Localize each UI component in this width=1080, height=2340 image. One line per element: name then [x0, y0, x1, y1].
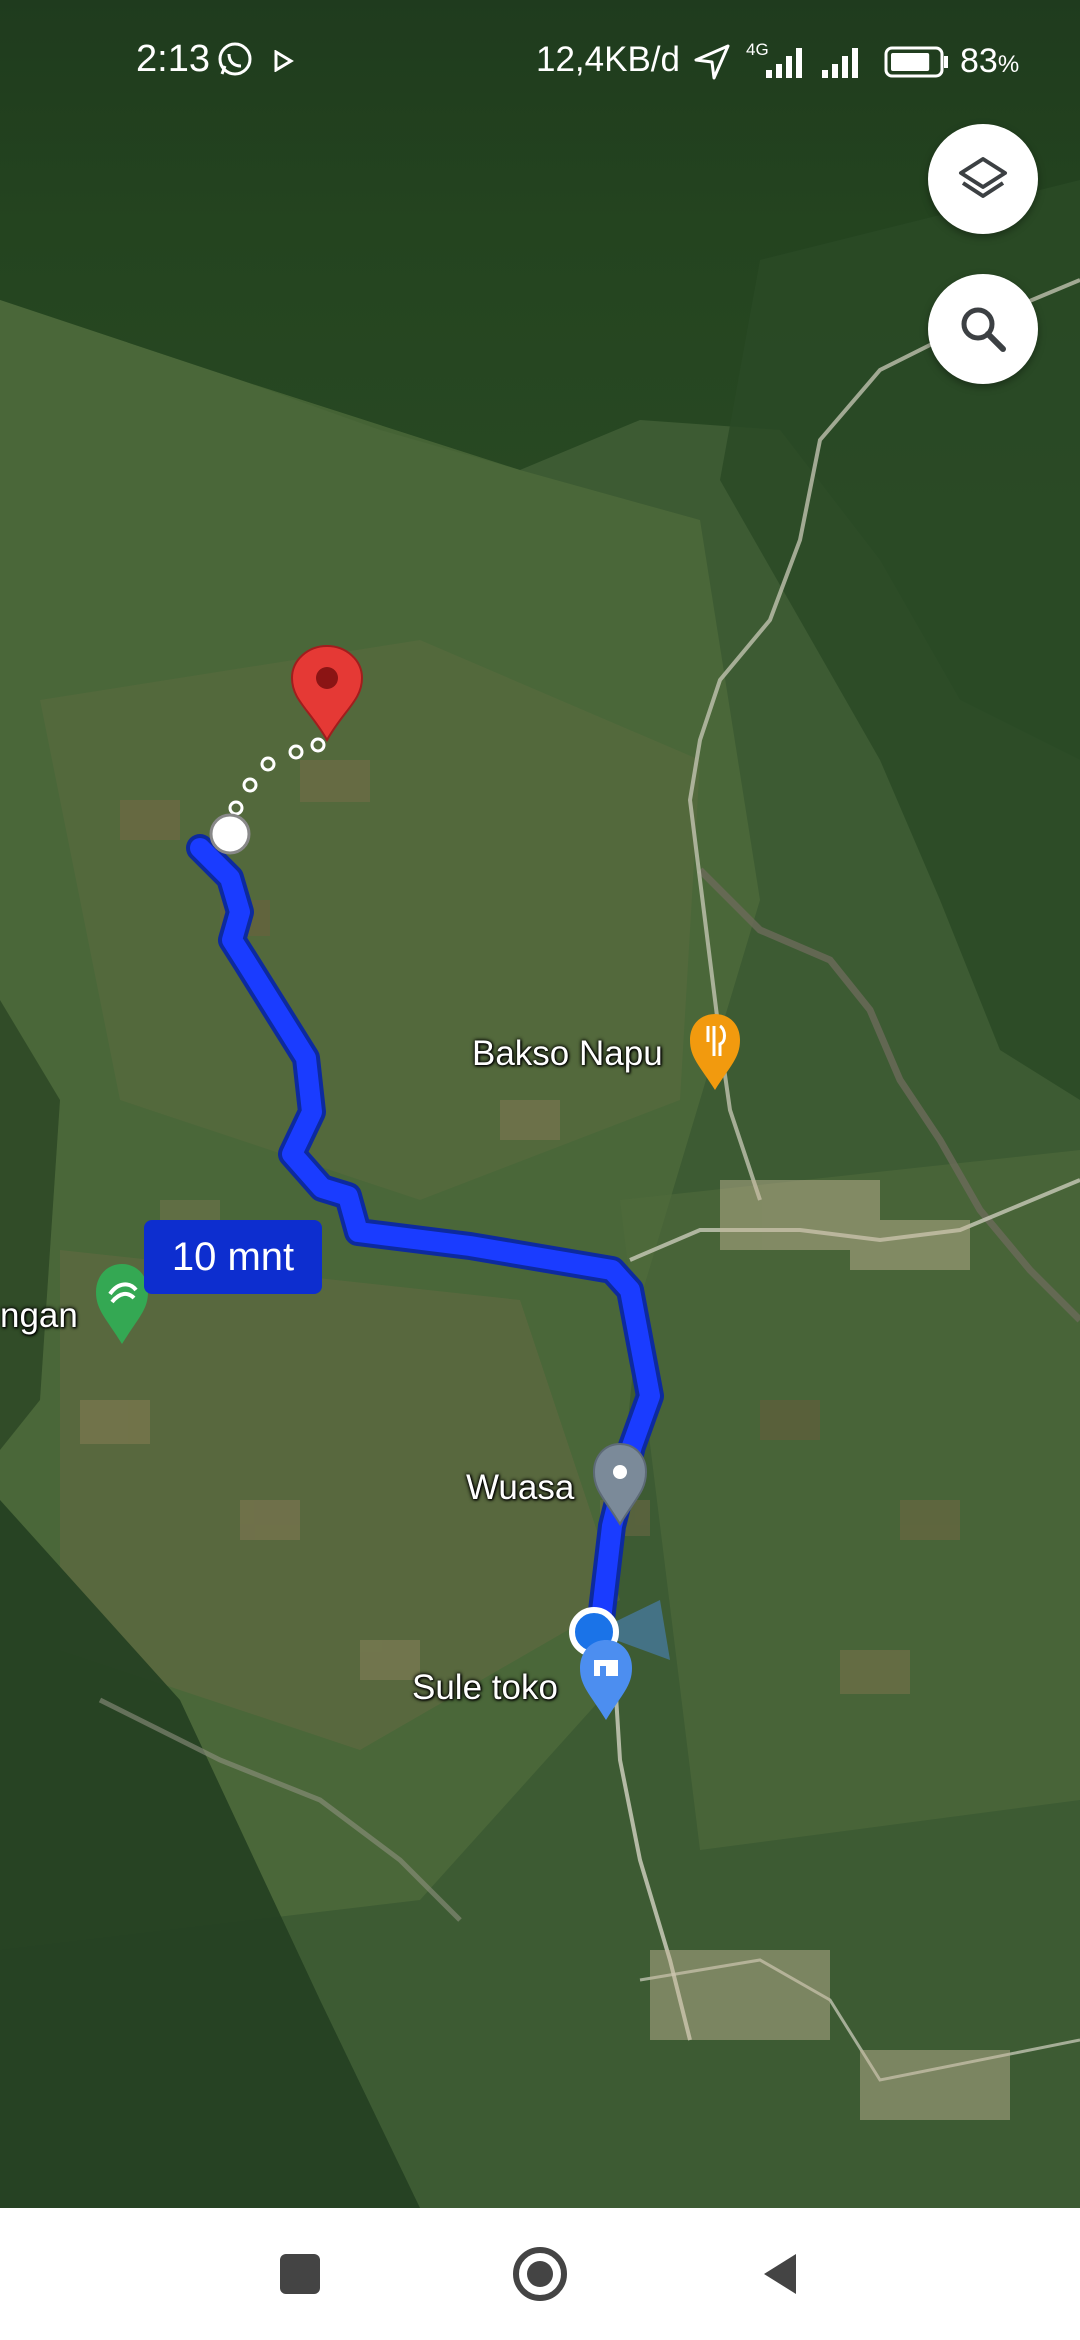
- store-pin-icon[interactable]: [580, 1640, 632, 1720]
- whatsapp-icon: [218, 42, 252, 76]
- back-triangle-icon: [764, 2254, 796, 2294]
- home-circle-icon: [513, 2247, 567, 2301]
- home-button[interactable]: [498, 2232, 582, 2316]
- map-view[interactable]: 10 mnt Bakso Napu Wuasa Sule toko ngan: [0, 0, 1080, 2208]
- network-speed: 12,4KB/d: [536, 40, 680, 79]
- signal-icon: [766, 48, 802, 78]
- place-label-sule-toko[interactable]: Sule toko: [412, 1668, 558, 1708]
- layers-button[interactable]: [928, 124, 1038, 234]
- place-label-bakso-napu[interactable]: Bakso Napu: [472, 1034, 663, 1074]
- layers-icon: [959, 157, 1007, 198]
- route-end-marker: [209, 813, 251, 855]
- play-icon: [274, 50, 294, 72]
- place-label-wuasa[interactable]: Wuasa: [466, 1468, 574, 1508]
- recents-square-icon: [280, 2254, 320, 2294]
- location-arrow-icon: [694, 44, 730, 80]
- destination-pin-icon[interactable]: [290, 644, 364, 743]
- system-nav-bar: [0, 2208, 1080, 2340]
- signal-icon-2: [822, 48, 858, 78]
- battery-percent: 83%: [960, 42, 1019, 81]
- walk-dot: [310, 737, 326, 753]
- battery-percent-value: 83: [960, 42, 998, 80]
- walk-dot: [260, 756, 276, 772]
- battery-fill: [891, 53, 930, 71]
- battery-percent-symbol: %: [997, 51, 1020, 78]
- restaurant-pin-icon[interactable]: [690, 1014, 740, 1090]
- search-icon: [961, 307, 1006, 352]
- partial-place-pin-icon[interactable]: [96, 1264, 148, 1344]
- walk-dot: [242, 777, 258, 793]
- recents-button[interactable]: [258, 2232, 342, 2316]
- status-bar: 2:13 12,4KB/d 4G 83%: [0, 0, 1080, 124]
- battery-icon: [884, 46, 948, 78]
- walk-dot: [228, 800, 244, 816]
- place-label-partial[interactable]: ngan: [0, 1296, 78, 1336]
- route-overlay: [96, 644, 740, 1720]
- route-eta-badge[interactable]: 10 mnt: [144, 1220, 322, 1294]
- walk-dot: [288, 744, 304, 760]
- back-button[interactable]: [738, 2232, 822, 2316]
- search-button[interactable]: [928, 274, 1038, 384]
- route-eta-label: 10 mnt: [171, 1234, 295, 1279]
- status-time: 2:13: [136, 38, 210, 80]
